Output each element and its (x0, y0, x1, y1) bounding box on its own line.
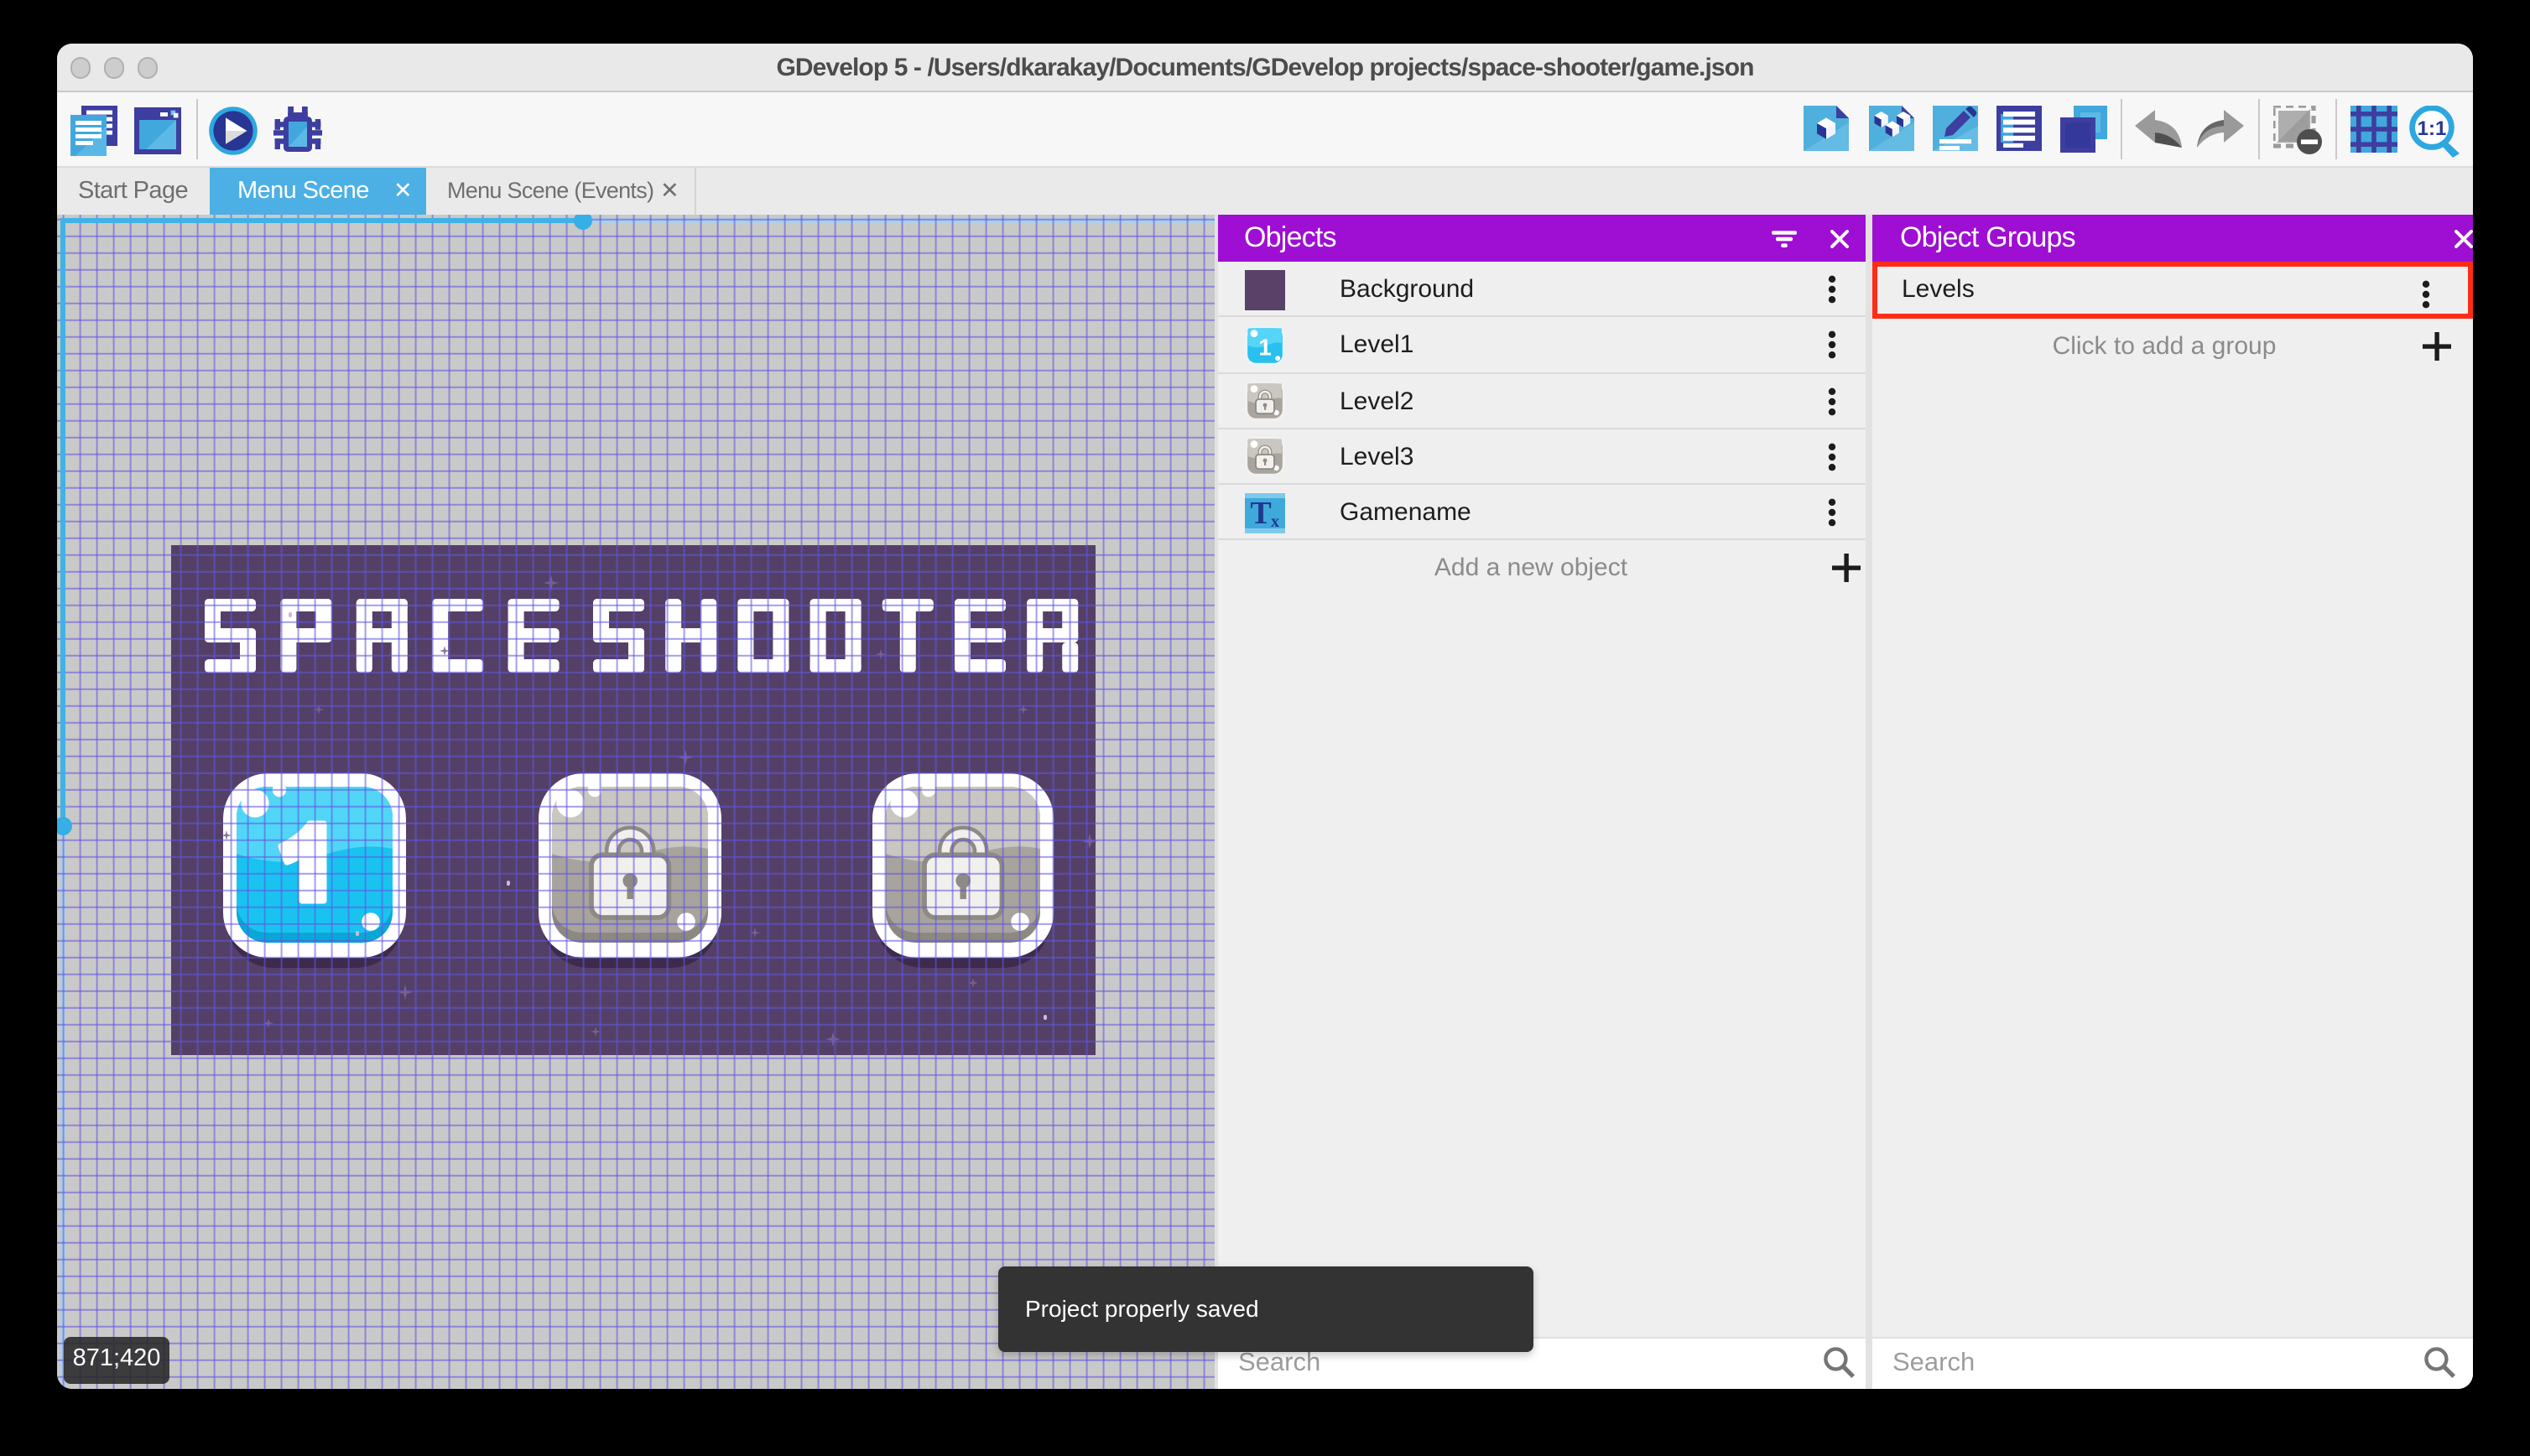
svg-text:x: x (1270, 512, 1278, 530)
svg-text:1:1: 1:1 (2418, 117, 2447, 139)
svg-text:1: 1 (1257, 334, 1271, 360)
svg-text:T: T (1249, 495, 1270, 530)
